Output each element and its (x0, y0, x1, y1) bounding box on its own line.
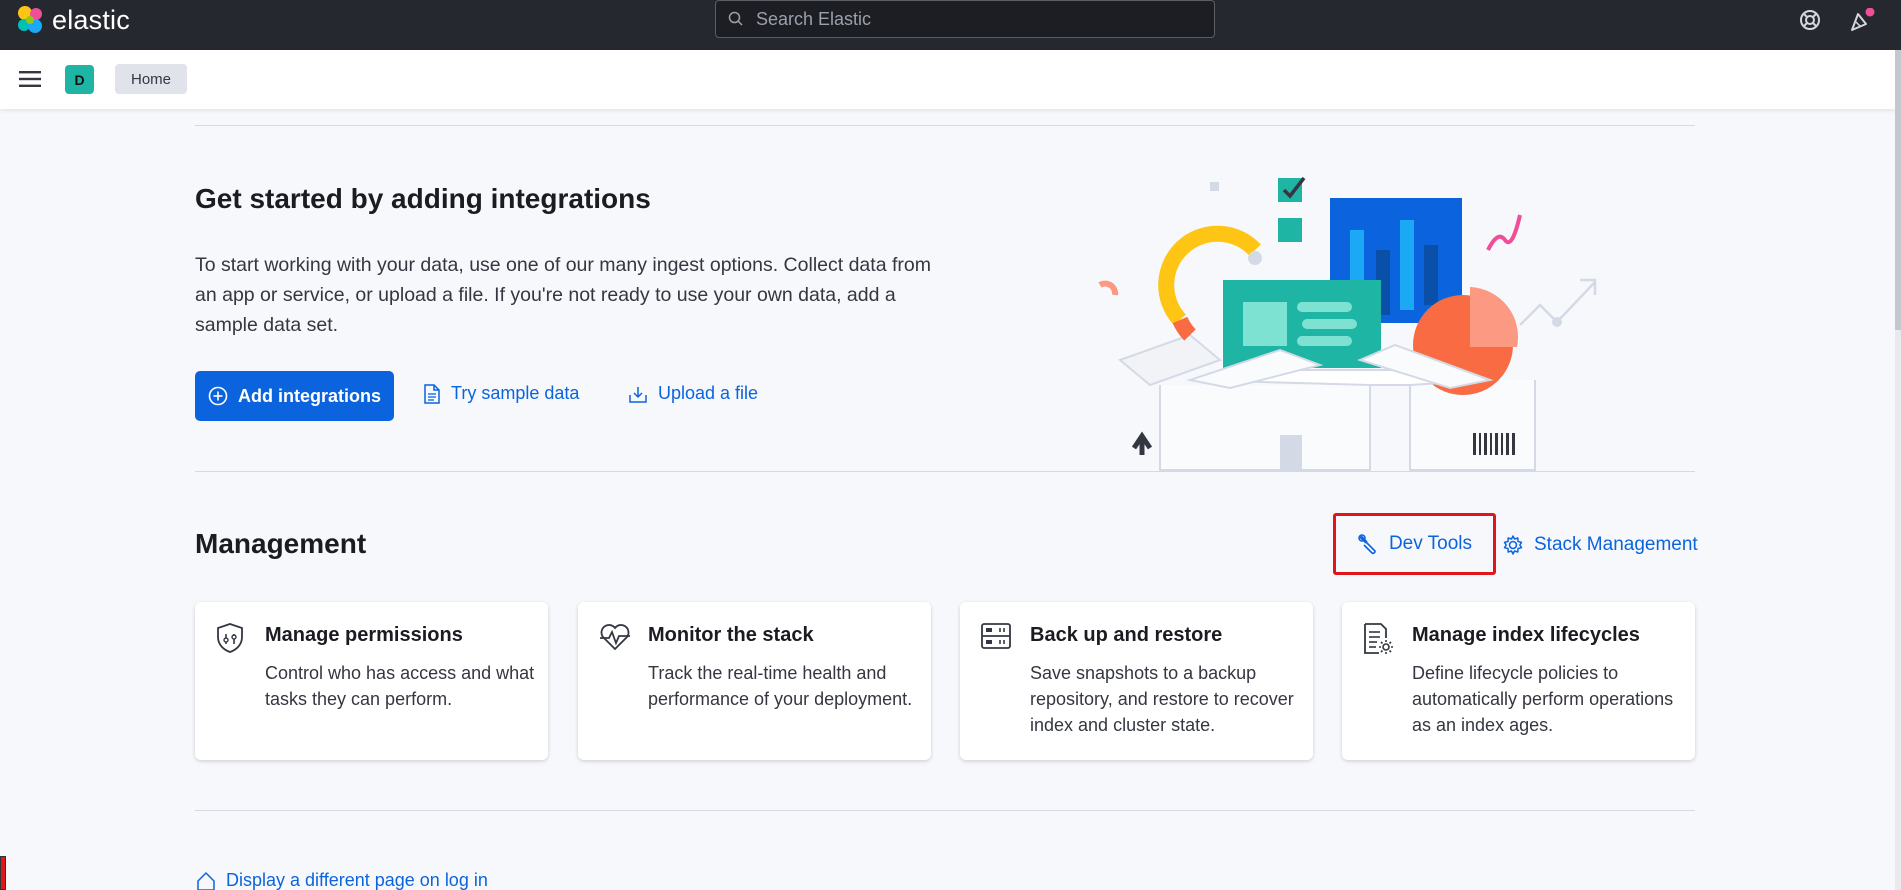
add-integrations-label: Add integrations (238, 385, 381, 406)
try-sample-data-button[interactable]: Try sample data (423, 383, 579, 404)
dev-tools-button[interactable]: Dev Tools (1333, 513, 1496, 575)
heartbeat-icon (600, 624, 630, 651)
card-title: Manage permissions (265, 624, 463, 646)
section-divider (195, 471, 1695, 472)
search-icon (728, 11, 743, 26)
home-icon (197, 871, 215, 890)
card-description: Control who has access and what tasks th… (265, 663, 535, 709)
integrations-title: Get started by adding integrations (195, 183, 651, 214)
elastic-logo[interactable]: elastic (14, 4, 130, 36)
card-title: Monitor the stack (648, 624, 814, 646)
card-title: Back up and restore (1030, 624, 1223, 646)
search-input[interactable] (756, 8, 1196, 30)
breadcrumb-home: Home (115, 64, 188, 94)
card-description: Track the real-time health and performan… (648, 663, 913, 709)
try-sample-data-label: Try sample data (451, 383, 580, 403)
news-feed-button[interactable] (1848, 7, 1876, 39)
add-integrations-button[interactable]: Add integrations (195, 371, 394, 421)
document-gear-icon (1364, 623, 1393, 654)
help-button[interactable] (1798, 8, 1822, 37)
card-title: Manage index lifecycles (1412, 624, 1640, 646)
space-avatar[interactable]: D (65, 65, 94, 94)
plus-circle-icon (208, 386, 228, 406)
scrollbar-thumb[interactable] (1895, 50, 1901, 330)
top-header: elastic (0, 0, 1901, 50)
card-description: Save snapshots to a backup repository, a… (1030, 663, 1294, 735)
document-icon (424, 383, 440, 404)
change-default-route-link[interactable]: Display a different page on log in (196, 870, 488, 890)
breadcrumb-bar: D Home (0, 50, 1895, 109)
shield-icon (217, 623, 243, 653)
manage-permissions-card[interactable]: Manage permissions Control who has acces… (195, 602, 548, 760)
integrations-description: To start working with your data, use one… (195, 254, 931, 336)
help-icon (1800, 10, 1820, 30)
wrench-icon (1358, 534, 1376, 555)
elastic-logo-icon (18, 6, 42, 33)
cheer-icon (1851, 7, 1875, 31)
edge-marker (0, 856, 6, 890)
upload-file-label: Upload a file (658, 383, 759, 403)
stack-management-label: Stack Management (1534, 534, 1698, 555)
stack-management-button[interactable]: Stack Management (1502, 534, 1698, 556)
index-lifecycle-card[interactable]: Manage index lifecycles Define lifecycle… (1342, 602, 1695, 760)
section-divider (195, 810, 1695, 811)
download-icon (629, 386, 647, 403)
search-box[interactable] (715, 0, 1215, 38)
upload-file-button[interactable]: Upload a file (628, 383, 758, 404)
hamburger-icon (19, 71, 41, 87)
logo-text: elastic (52, 4, 130, 35)
management-title: Management (195, 528, 367, 559)
menu-toggle-button[interactable] (18, 69, 42, 94)
storage-icon (981, 623, 1011, 649)
backup-restore-card[interactable]: Back up and restore Save snapshots to a … (960, 602, 1313, 760)
change-default-route-label: Display a different page on log in (226, 870, 488, 890)
dev-tools-label: Dev Tools (1388, 533, 1473, 554)
integrations-illustration (1098, 176, 1597, 471)
card-description: Define lifecycle policies to automatical… (1412, 663, 1674, 735)
gear-icon (1503, 535, 1523, 555)
monitor-stack-card[interactable]: Monitor the stack Track the real-time he… (578, 602, 931, 760)
section-divider (195, 125, 1695, 126)
